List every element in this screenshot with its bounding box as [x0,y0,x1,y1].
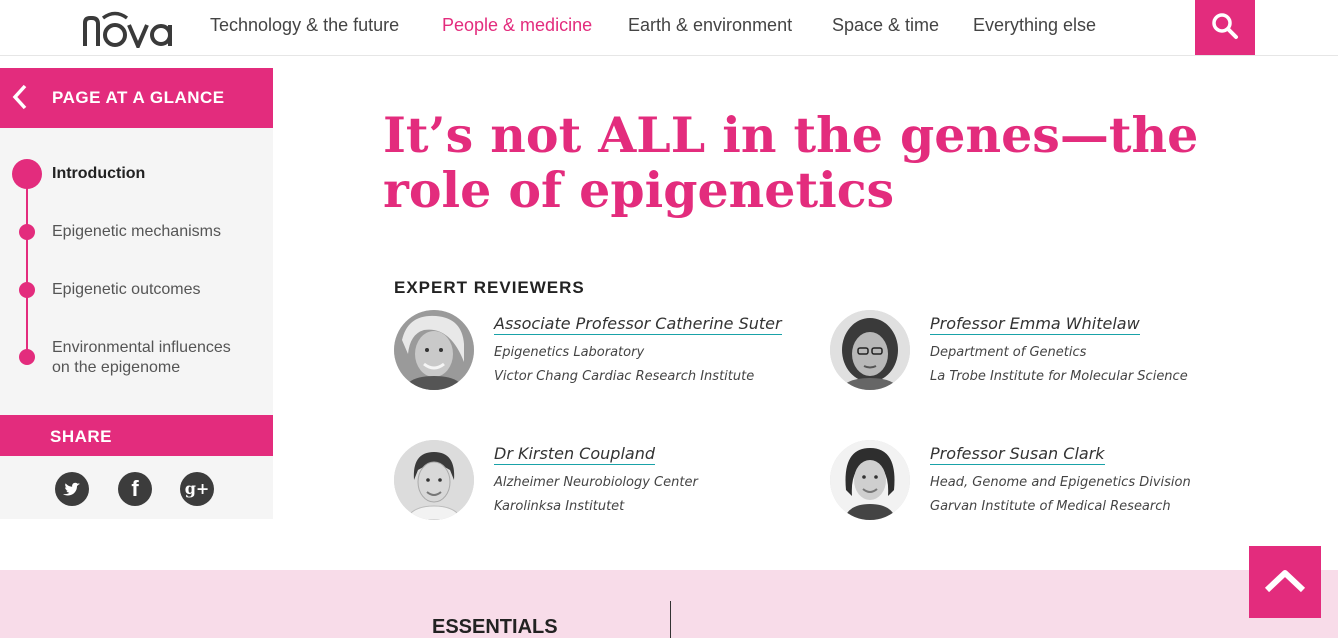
reviewer-name-link[interactable]: Associate Professor Catherine Suter [494,314,782,335]
table-of-contents: Introduction Epigenetic mechanisms Epige… [0,128,273,415]
reviewer-department: Department of Genetics [930,345,1087,360]
expert-reviewers-heading: EXPERT REVIEWERS [394,278,585,297]
toc-marker [19,349,35,365]
reviewer-institution: La Trobe Institute for Molecular Science [930,369,1188,384]
reviewer-card: Professor Susan Clark Head, Genome and E… [830,440,1250,520]
page-title: It’s not ALL in the genes—the role of ep… [383,106,1199,219]
facebook-icon[interactable]: f [118,472,152,506]
nav-earth-environment[interactable]: Earth & environment [628,15,792,36]
avatar [830,310,910,390]
nav-technology[interactable]: Technology & the future [210,15,399,36]
reviewer-name-link[interactable]: Professor Emma Whitelaw [930,314,1140,335]
nova-logo[interactable] [82,6,174,52]
reviewer-institution: Karolinksa Institutet [494,499,625,514]
reviewer-card: Associate Professor Catherine Suter Epig… [394,310,814,390]
chevron-up-icon [1265,570,1305,593]
essentials-heading: ESSENTIALS [432,616,558,638]
reviewer-department: Head, Genome and Epigenetics Division [930,475,1191,490]
toc-marker [19,282,35,298]
avatar [394,310,474,390]
reviewer-name-link[interactable]: Dr Kirsten Coupland [494,444,655,465]
share-bar: SHARE [0,415,273,456]
reviewer-card: Dr Kirsten Coupland Alzheimer Neurobiolo… [394,440,814,520]
toc-item-epigenetic-outcomes[interactable]: Epigenetic outcomes [52,280,201,300]
toc-item-environmental-influences[interactable]: Environmental influences on the epigenom… [52,338,252,378]
share-icons: f g+ [0,456,273,519]
reviewer-institution: Victor Chang Cardiac Research Institute [494,369,755,384]
reviewer-department: Alzheimer Neurobiology Center [494,475,698,490]
avatar [394,440,474,520]
toc-current-marker [12,159,42,189]
page-at-a-glance-bar[interactable]: PAGE AT A GLANCE [0,68,273,128]
toc-timeline [26,174,28,358]
page-at-a-glance-label: PAGE AT A GLANCE [52,88,225,107]
google-plus-icon[interactable]: g+ [180,472,214,506]
nav-people-medicine[interactable]: People & medicine [442,15,592,36]
search-button[interactable] [1195,0,1255,55]
nav-space-time[interactable]: Space & time [832,15,939,36]
share-label: SHARE [50,427,113,446]
nova-logo-mark [83,11,172,52]
top-navigation: Technology & the future People & medicin… [0,0,1338,56]
avatar [830,440,910,520]
twitter-icon[interactable] [55,472,89,506]
back-to-top-button[interactable] [1249,546,1321,618]
footer: ESSENTIALS [0,570,1338,638]
toc-item-epigenetic-mechanisms[interactable]: Epigenetic mechanisms [52,222,221,242]
search-icon [1212,13,1238,39]
nav-everything-else[interactable]: Everything else [973,15,1096,36]
reviewer-institution: Garvan Institute of Medical Research [930,499,1171,514]
reviewer-department: Epigenetics Laboratory [494,345,645,360]
reviewer-name-link[interactable]: Professor Susan Clark [930,444,1105,465]
reviewer-card: Professor Emma Whitelaw Department of Ge… [830,310,1250,390]
chevron-left-icon[interactable] [12,83,28,111]
toc-item-introduction[interactable]: Introduction [52,164,145,184]
toc-marker [19,224,35,240]
footer-divider [670,601,671,638]
